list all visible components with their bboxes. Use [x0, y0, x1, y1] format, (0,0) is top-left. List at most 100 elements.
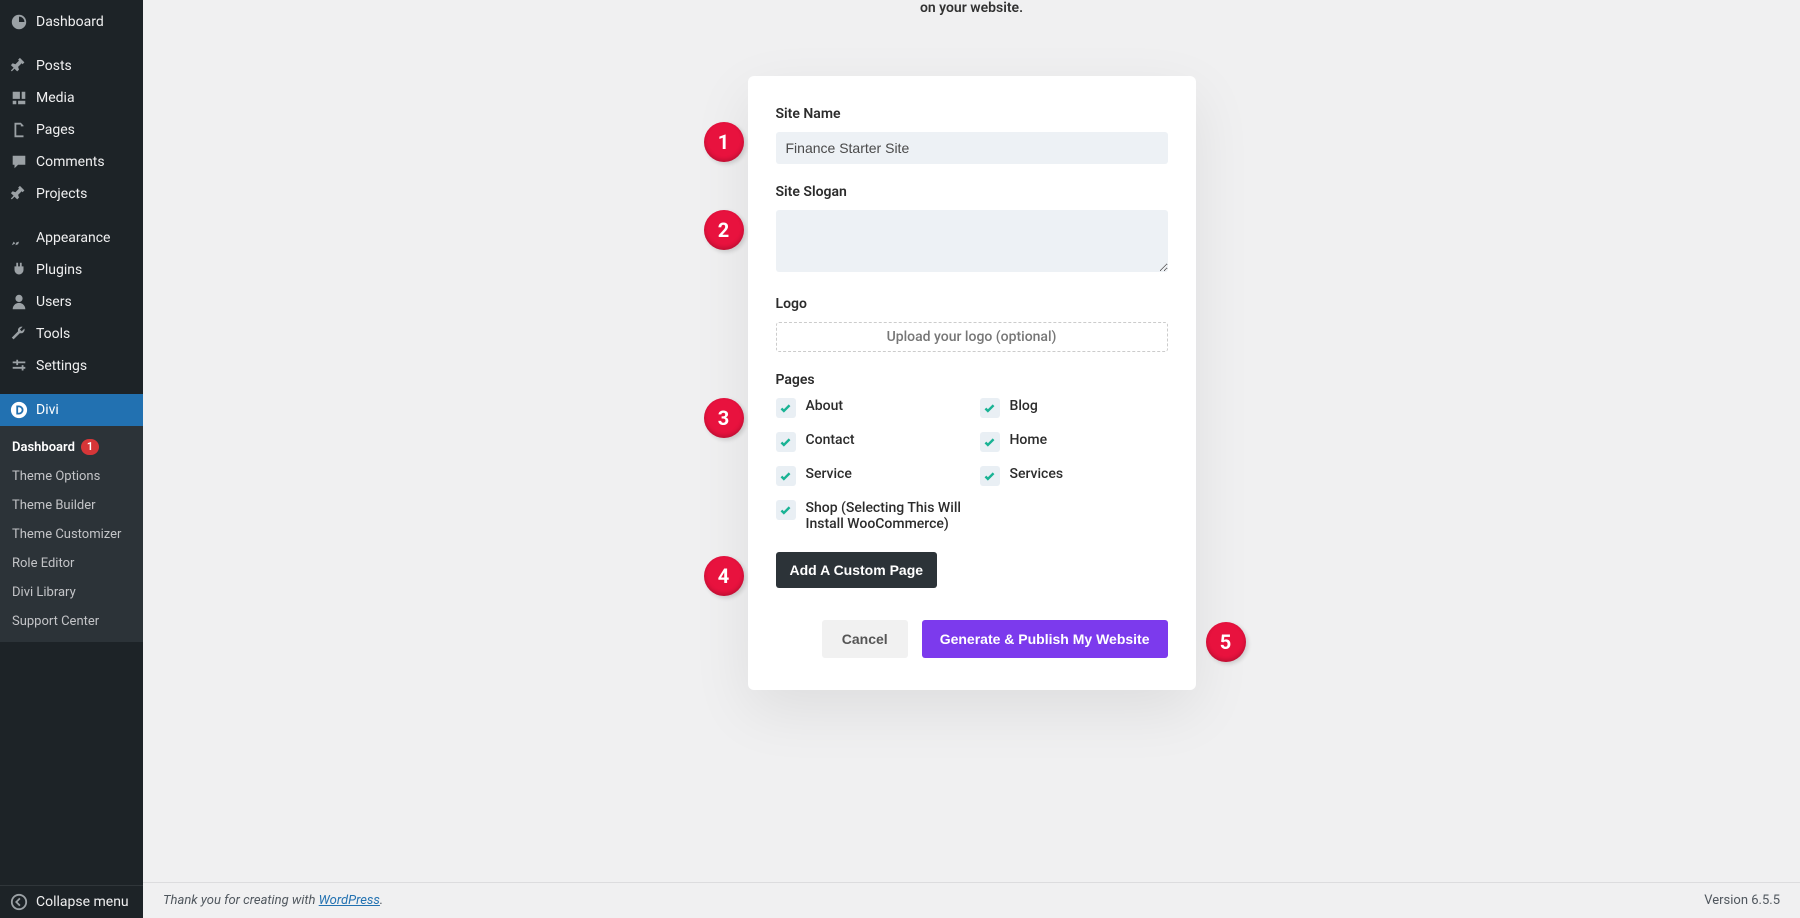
page-option-label: Blog [1010, 398, 1038, 414]
sidebar-item-label: Pages [36, 122, 75, 138]
page-option-label: Service [806, 466, 852, 482]
sidebar-subitem-support-center[interactable]: Support Center [0, 607, 143, 636]
page-option-contact[interactable]: Contact [776, 432, 964, 452]
brush-icon [10, 229, 28, 247]
page-option-label: Home [1010, 432, 1048, 448]
checkbox-checked-icon[interactable] [980, 432, 1000, 452]
sidebar-subitem-dashboard[interactable]: Dashboard 1 [0, 432, 143, 462]
sidebar-item-posts[interactable]: Posts [0, 50, 143, 82]
sidebar-menu: Dashboard Posts Media Pages Comments Pro… [0, 0, 143, 885]
page-option-about[interactable]: About [776, 398, 964, 418]
site-name-label: Site Name [776, 106, 1168, 122]
sidebar-subitem-theme-options[interactable]: Theme Options [0, 462, 143, 491]
pin-icon [10, 185, 28, 203]
media-icon [10, 89, 28, 107]
page-option-label: Contact [806, 432, 855, 448]
dashboard-icon [10, 13, 28, 31]
admin-sidebar: Dashboard Posts Media Pages Comments Pro… [0, 0, 143, 918]
sidebar-item-divi[interactable]: Divi [0, 394, 143, 426]
logo-upload-box[interactable]: Upload your logo (optional) [776, 322, 1168, 352]
sidebar-item-label: Dashboard [36, 14, 104, 30]
admin-footer: Thank you for creating with WordPress. V… [143, 882, 1800, 918]
site-name-input[interactable] [776, 132, 1168, 164]
sidebar-item-label: Tools [36, 326, 70, 342]
settings-icon [10, 357, 28, 375]
footer-thanks-prefix: Thank you for creating with [163, 893, 319, 908]
checkbox-checked-icon[interactable] [776, 466, 796, 486]
sidebar-item-media[interactable]: Media [0, 82, 143, 114]
sidebar-subitem-theme-builder[interactable]: Theme Builder [0, 491, 143, 520]
footer-thanks-suffix: . [380, 893, 383, 908]
sidebar-item-label: Divi [36, 402, 59, 418]
annotation-marker-4: 4 [704, 556, 744, 596]
sidebar-item-label: Plugins [36, 262, 82, 278]
pages-grid: About Blog Contact Home [776, 398, 1168, 532]
wrench-icon [10, 325, 28, 343]
sidebar-item-comments[interactable]: Comments [0, 146, 143, 178]
pages-label: Pages [776, 372, 1168, 388]
sidebar-subitem-label: Role Editor [12, 556, 74, 571]
top-hint-text: on your website. [742, 0, 1202, 16]
sidebar-item-dashboard[interactable]: Dashboard [0, 6, 143, 38]
page-option-label: Services [1010, 466, 1064, 482]
site-slogan-textarea[interactable] [776, 210, 1168, 272]
sidebar-subitem-divi-library[interactable]: Divi Library [0, 578, 143, 607]
sidebar-item-label: Posts [36, 58, 72, 74]
sidebar-item-pages[interactable]: Pages [0, 114, 143, 146]
collapse-menu-button[interactable]: Collapse menu [0, 885, 143, 918]
sidebar-subitem-role-editor[interactable]: Role Editor [0, 549, 143, 578]
site-slogan-label: Site Slogan [776, 184, 1168, 200]
page-option-service[interactable]: Service [776, 466, 964, 486]
comments-icon [10, 153, 28, 171]
sidebar-item-label: Users [36, 294, 72, 310]
sidebar-subitem-label: Divi Library [12, 585, 76, 600]
annotation-marker-5: 5 [1206, 622, 1246, 662]
sidebar-subitem-label: Theme Options [12, 469, 100, 484]
pin-icon [10, 57, 28, 75]
sidebar-item-projects[interactable]: Projects [0, 178, 143, 210]
generate-publish-button[interactable]: Generate & Publish My Website [922, 620, 1168, 658]
cancel-button[interactable]: Cancel [822, 620, 908, 658]
sidebar-subitem-label: Support Center [12, 614, 99, 629]
sidebar-subitem-label: Theme Builder [12, 498, 96, 513]
sidebar-subitem-label: Dashboard [12, 440, 75, 455]
collapse-label: Collapse menu [36, 894, 129, 910]
notification-badge: 1 [81, 439, 99, 455]
sidebar-item-label: Settings [36, 358, 87, 374]
sidebar-item-label: Appearance [36, 230, 110, 246]
checkbox-checked-icon[interactable] [776, 500, 796, 520]
page-option-home[interactable]: Home [980, 432, 1168, 452]
sidebar-item-label: Media [36, 90, 75, 106]
annotation-marker-3: 3 [704, 398, 744, 438]
annotation-marker-1: 1 [704, 122, 744, 162]
sidebar-item-users[interactable]: Users [0, 286, 143, 318]
annotation-marker-2: 2 [704, 210, 744, 250]
page-option-label: Shop (Selecting This Will Install WooCom… [806, 500, 964, 532]
setup-card: 1 2 3 4 5 Site Name Site Slogan Logo Upl… [748, 76, 1196, 690]
sidebar-item-settings[interactable]: Settings [0, 350, 143, 382]
page-option-blog[interactable]: Blog [980, 398, 1168, 418]
sidebar-item-appearance[interactable]: Appearance [0, 222, 143, 254]
sidebar-subitem-theme-customizer[interactable]: Theme Customizer [0, 520, 143, 549]
logo-label: Logo [776, 296, 1168, 312]
collapse-icon [10, 893, 28, 911]
sidebar-item-label: Projects [36, 186, 87, 202]
sidebar-submenu-divi: Dashboard 1 Theme Options Theme Builder … [0, 426, 143, 642]
sidebar-subitem-label: Theme Customizer [12, 527, 121, 542]
add-custom-page-button[interactable]: Add A Custom Page [776, 552, 938, 588]
checkbox-checked-icon[interactable] [980, 466, 1000, 486]
pages-icon [10, 121, 28, 139]
sidebar-item-label: Comments [36, 154, 105, 170]
sidebar-item-tools[interactable]: Tools [0, 318, 143, 350]
page-option-label: About [806, 398, 844, 414]
checkbox-checked-icon[interactable] [776, 398, 796, 418]
sidebar-item-plugins[interactable]: Plugins [0, 254, 143, 286]
wordpress-link[interactable]: WordPress [319, 893, 380, 908]
checkbox-checked-icon[interactable] [776, 432, 796, 452]
checkbox-checked-icon[interactable] [980, 398, 1000, 418]
divi-icon [10, 401, 28, 419]
user-icon [10, 293, 28, 311]
page-option-shop[interactable]: Shop (Selecting This Will Install WooCom… [776, 500, 964, 532]
version-text: Version 6.5.5 [1704, 893, 1780, 908]
page-option-services[interactable]: Services [980, 466, 1168, 486]
